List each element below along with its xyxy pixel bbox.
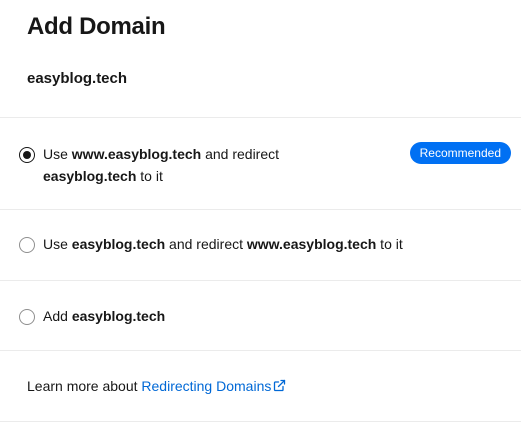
option-suffix: to it (376, 236, 403, 252)
add-domain-panel: Add Domain easyblog.tech Use www.easyblo… (0, 0, 521, 429)
option-primary-domain: easyblog.tech (71, 236, 166, 252)
option-suffix: to it (136, 168, 163, 184)
link-label: Redirecting Domains (141, 378, 272, 394)
external-link-icon (273, 377, 286, 397)
option-middle-text: and redirect (201, 146, 280, 162)
footer: Learn more about Redirecting Domains (0, 350, 521, 422)
option-label: Use easyblog.tech and redirect www.easyb… (43, 233, 521, 255)
header: Add Domain easyblog.tech (0, 0, 521, 117)
recommended-badge: Recommended (409, 142, 511, 164)
radio-button[interactable] (19, 237, 35, 253)
option-label: Add easyblog.tech (43, 305, 521, 327)
option-prefix: Use (43, 146, 72, 162)
option-redirect-domain: www.easyblog.tech (246, 236, 377, 252)
redirecting-domains-link[interactable]: Redirecting Domains (141, 378, 286, 394)
option-redirect-domain: easyblog.tech (43, 168, 137, 184)
footer-text: Learn more about (27, 378, 142, 394)
option-primary-domain: easyblog.tech (71, 308, 166, 324)
option-redirect-to-apex[interactable]: Use easyblog.tech and redirect www.easyb… (0, 209, 521, 280)
option-prefix: Add (43, 308, 72, 324)
option-primary-domain: www.easyblog.tech (71, 146, 202, 162)
option-add-domain-only[interactable]: Add easyblog.tech (0, 280, 521, 350)
option-prefix: Use (43, 236, 72, 252)
page-title: Add Domain (27, 13, 166, 40)
radio-button[interactable] (19, 309, 35, 325)
option-label: Use www.easyblog.tech and redirect easyb… (43, 143, 323, 187)
option-redirect-to-www[interactable]: Use www.easyblog.tech and redirect easyb… (0, 117, 521, 209)
option-middle-text: and redirect (165, 236, 247, 252)
radio-button-selected[interactable] (19, 147, 35, 163)
domain-name: easyblog.tech (27, 70, 128, 87)
